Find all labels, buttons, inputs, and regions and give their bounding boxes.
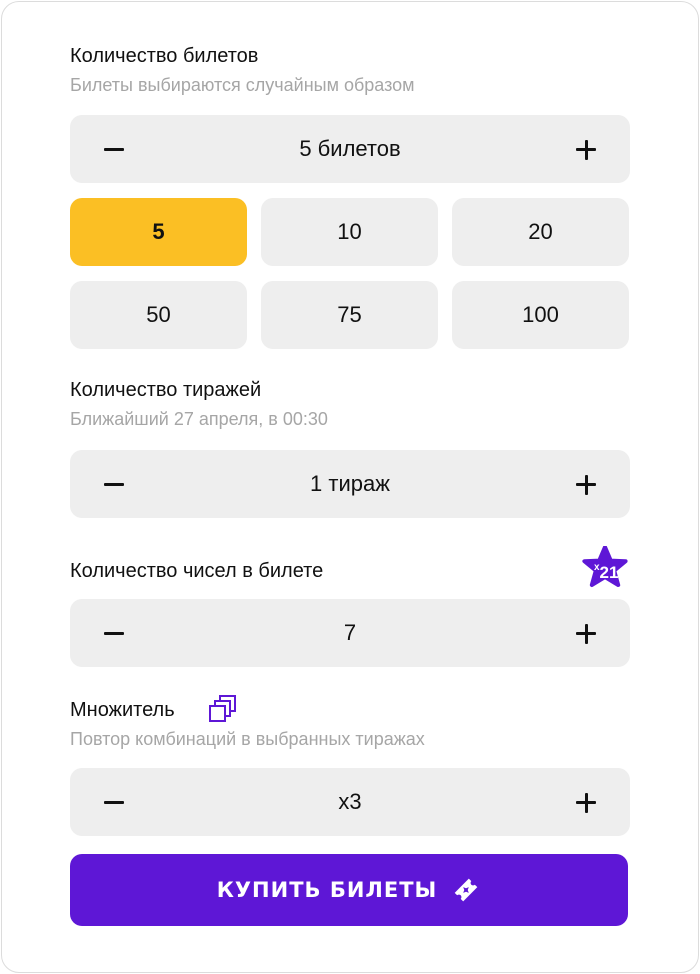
ticket-icon xyxy=(451,875,481,905)
multiplier-stepper: x3 xyxy=(70,768,630,836)
ticket-option-75[interactable]: 75 xyxy=(261,281,438,349)
multiplier-section-subtitle: Повтор комбинаций в выбранных тиражах xyxy=(70,729,425,749)
draws-section-subtitle: Ближайший 27 апреля, в 00:30 xyxy=(70,409,328,429)
tickets-section-subtitle: Билеты выбираются случайным образом xyxy=(70,75,415,95)
ticket-option-20[interactable]: 20 xyxy=(452,198,629,266)
ticket-option-100[interactable]: 100 xyxy=(452,281,629,349)
numbers-stepper: 7 xyxy=(70,599,630,667)
draws-plus-icon[interactable] xyxy=(546,450,606,518)
draws-section-title: Количество тиражей xyxy=(70,379,262,401)
multiplier-stepper-value: x3 xyxy=(338,789,362,814)
buy-tickets-label: КУПИТЬ БИЛЕТЫ xyxy=(216,878,438,902)
tickets-stepper: 5 билетов xyxy=(70,115,630,183)
draws-stepper: 1 тираж xyxy=(70,450,630,518)
ticket-option-10[interactable]: 10 xyxy=(261,198,438,266)
copy-stack-icon[interactable] xyxy=(207,694,239,724)
multiplier-minus-icon[interactable] xyxy=(94,768,154,836)
buy-tickets-button[interactable]: КУПИТЬ БИЛЕТЫ xyxy=(70,854,628,926)
multiplier-section-title: Множитель xyxy=(70,699,175,721)
multiplier-plus-icon[interactable] xyxy=(546,768,606,836)
tickets-section-title: Количество билетов xyxy=(70,45,259,67)
tickets-minus-icon[interactable] xyxy=(94,115,154,183)
tickets-plus-icon[interactable] xyxy=(546,115,606,183)
numbers-stepper-value: 7 xyxy=(343,620,357,645)
numbers-plus-icon[interactable] xyxy=(546,599,606,667)
ticket-option-5[interactable]: 5 xyxy=(70,198,247,266)
draws-stepper-value: 1 тираж xyxy=(310,471,390,496)
ticket-option-50[interactable]: 50 xyxy=(70,281,247,349)
numbers-section-title: Количество чисел в билете xyxy=(70,560,324,582)
badge-value: 21 xyxy=(600,563,619,582)
star-badge-icon: x 21 xyxy=(581,545,629,592)
tickets-stepper-value: 5 билетов xyxy=(299,136,401,161)
draws-minus-icon[interactable] xyxy=(94,450,154,518)
numbers-minus-icon[interactable] xyxy=(94,599,154,667)
